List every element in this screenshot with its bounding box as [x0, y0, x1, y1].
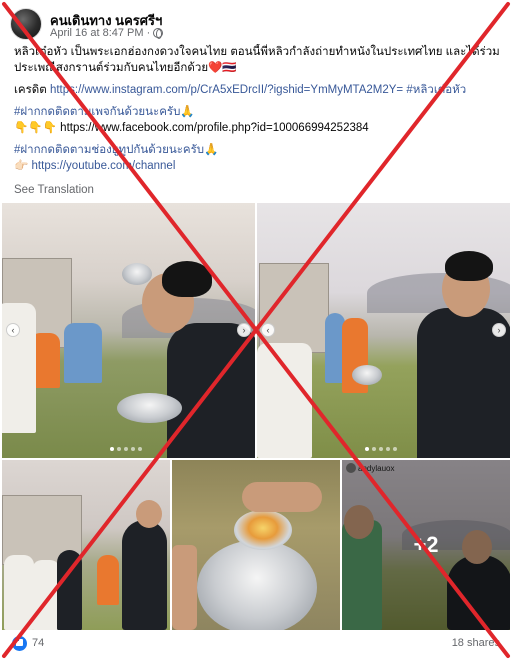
post-header: คนเดินทาง นครศรีฯ April 16 at 8:47 PM · [10, 8, 502, 42]
see-translation-link[interactable]: See Translation [14, 182, 94, 198]
photo-1[interactable]: ‹ › [2, 203, 255, 458]
post-text-line: ประเพณีสงกรานต์ร่วมกับคนไทยอีกด้วย❤️🇹🇭 [14, 62, 237, 74]
photo-4[interactable] [172, 460, 340, 630]
meta-separator: · [146, 27, 151, 39]
facebook-link-line: 👇👇👇 https://www.facebook.com/profile.php… [14, 120, 500, 136]
photo-2[interactable]: ‹ › [257, 203, 510, 458]
more-photos-count: +2 [413, 532, 439, 557]
photo-3[interactable] [2, 460, 170, 630]
facebook-link[interactable]: https://www.facebook.com/profile.php?id=… [60, 122, 368, 134]
photo-prev-icon[interactable]: ‹ [261, 323, 275, 337]
pointing-right-emoji: 👉🏻 [14, 160, 29, 172]
post-meta: April 16 at 8:47 PM · [50, 27, 164, 39]
pointing-down-emoji: 👇👇👇 [14, 122, 57, 134]
post-text-line: หลิวเต๋อหัว เป็นพระเอกฮ่องกงดวงใจคนไทย ต… [14, 46, 500, 58]
follow-youtube-hashtag[interactable]: #ฝากกดติดตามช่องยูทูปกันด้วยนะครับ🙏 [14, 142, 500, 158]
author-avatar[interactable] [10, 8, 42, 40]
photo-5[interactable]: andylauox +2 [342, 460, 510, 630]
youtube-link-line: 👉🏻 https://youtube.com/channel [14, 158, 500, 174]
photo-next-icon[interactable]: › [492, 323, 506, 337]
post-timestamp[interactable]: April 16 at 8:47 PM [50, 27, 144, 39]
globe-icon [153, 28, 164, 39]
instagram-link[interactable]: https://www.instagram.com/p/CrA5xEDrcII/… [50, 84, 403, 96]
more-photos-overlay[interactable]: +2 [342, 460, 510, 630]
photo-next-icon[interactable]: › [237, 323, 251, 337]
post-text: หลิวเต๋อหัว เป็นพระเอกฮ่องกงดวงใจคนไทย ต… [14, 44, 500, 198]
credit-line: เครดิต https://www.instagram.com/p/CrA5x… [14, 82, 500, 98]
photo-prev-icon[interactable]: ‹ [6, 323, 20, 337]
reaction-count[interactable]: 74 [32, 637, 44, 649]
post-footer: 74 18 shares [12, 634, 500, 654]
youtube-link[interactable]: https://youtube.com/channel [32, 160, 176, 172]
credit-label: เครดิต [14, 84, 47, 96]
share-count[interactable]: 18 shares [452, 637, 500, 649]
follow-page-hashtag[interactable]: #ฝากกดติดตามเพจกันด้วยนะครับ🙏 [14, 104, 500, 120]
hashtag-link[interactable]: #หลิวเต๋อหัว [406, 84, 466, 96]
like-reaction-icon [12, 636, 27, 651]
photo-grid: ‹ › ‹ › andylauox +2 [2, 203, 510, 630]
